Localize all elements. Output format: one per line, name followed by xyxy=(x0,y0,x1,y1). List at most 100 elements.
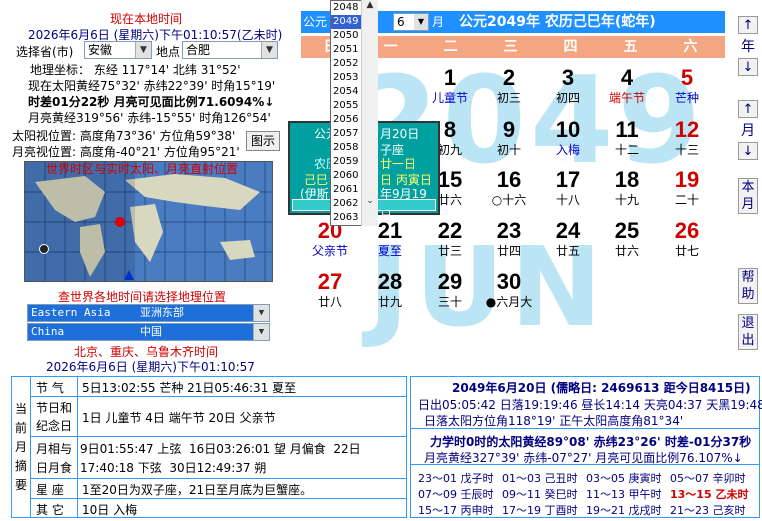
calendar-day[interactable]: 4 端午节 xyxy=(598,66,656,106)
weekday-tue: 二 xyxy=(443,39,458,55)
country-en: China xyxy=(31,325,65,338)
day-number: 17 xyxy=(555,167,581,192)
moon-position: 月亮视位置: 高度角-40°21' 方位角95°21' xyxy=(12,145,240,159)
side-char: 要 xyxy=(15,478,28,492)
map-title: 世界时区与实时太阳、月亮直射位置 xyxy=(46,162,239,176)
help-button[interactable]: 帮助 xyxy=(738,268,758,304)
calendar-day[interactable]: 30 ●六月大 xyxy=(480,270,538,310)
day-lunar-label: 廿三 xyxy=(437,244,462,258)
day-lunar-label: 廿九 xyxy=(377,295,402,309)
calendar-day[interactable]: 18 十九 xyxy=(598,168,656,208)
calendar-day[interactable]: 28 廿九 xyxy=(361,270,419,310)
scroll-up-icon[interactable]: ▲ xyxy=(364,0,376,14)
popup-l3r: 廿一日 xyxy=(380,157,417,171)
calendar-day[interactable]: 24 廿五 xyxy=(539,219,597,259)
row-value-moon-phase: 9日01:55:47 上弦 16日03:26:01 望 月偏食 22日 17:4… xyxy=(80,442,361,475)
weekday-thu: 四 xyxy=(563,39,578,55)
day-lunar-label: ●六月大 xyxy=(485,295,533,309)
day-lunar-label: 芒种 xyxy=(674,91,699,105)
calendar-day[interactable]: 2 初三 xyxy=(480,66,538,106)
day-number: 11 xyxy=(615,117,639,142)
exit-button[interactable]: 退出 xyxy=(738,314,758,350)
day-number: 19 xyxy=(674,167,700,192)
this-month-button[interactable]: 本月 xyxy=(738,178,758,214)
month-value: 6 xyxy=(397,15,405,29)
weekday-wed: 三 xyxy=(503,39,518,55)
world-time-prompt: 查世界各地时间请选择地理位置 xyxy=(58,290,227,304)
calendar-day[interactable]: 27 廿八 xyxy=(301,270,359,310)
region-select[interactable]: Eastern Asia 亚洲东部 ▼ xyxy=(27,304,270,322)
row-label-moon-phase: 月相与 日月食 xyxy=(36,442,73,475)
summary-side-label: 当 前 月 摘 要 xyxy=(15,400,29,495)
chevron-down-icon: ▼ xyxy=(253,324,269,340)
day-lunar-label: ○十六 xyxy=(491,193,527,207)
calendar-day[interactable]: 11 十二 xyxy=(598,118,656,158)
chart-button[interactable]: 图示 xyxy=(246,131,280,151)
month-select[interactable]: 6 ▼ xyxy=(393,13,429,31)
calendar-day[interactable]: 9 初十 xyxy=(480,118,538,158)
country-select[interactable]: China 中国 ▼ xyxy=(27,323,270,341)
sun-position: 太阳视位置: 高度角73°36' 方位角59°38' xyxy=(12,129,236,143)
province-label: 选择省(市) xyxy=(16,45,74,59)
day-lunar-label: 初十 xyxy=(496,143,521,157)
row-value-festivals: 1日 儿童节 4日 端午节 20日 父亲节 xyxy=(82,411,276,425)
year-list-scrollbar[interactable]: ▲ ⌄ xyxy=(361,0,378,226)
calendar-day[interactable]: 12 十三 xyxy=(658,118,716,158)
day-number: 5 xyxy=(680,65,694,90)
year-nav-label: 年 xyxy=(741,39,755,55)
day-number: 22 xyxy=(437,218,463,243)
month-up-button[interactable]: ↑ xyxy=(738,100,758,118)
hour-cell: 09～11 癸巳时 xyxy=(502,488,578,501)
hour-cell: 07～09 壬辰时 xyxy=(418,488,494,501)
day-lunar-label: 廿五 xyxy=(555,244,580,258)
day-lunar-label: 入梅 xyxy=(555,143,580,157)
month-nav-label: 月 xyxy=(741,123,755,139)
day-lunar-label: 廿七 xyxy=(674,244,699,258)
calendar-day[interactable]: 25 廿六 xyxy=(598,219,656,259)
hour-cell: 05～07 辛卯时 xyxy=(670,472,746,485)
place-label: 地点 xyxy=(156,45,181,59)
year-down-button[interactable]: ↓ xyxy=(738,58,758,76)
region-en: Eastern Asia xyxy=(31,306,111,319)
day-number: 24 xyxy=(555,218,581,243)
place-select[interactable]: 合肥 ▼ xyxy=(182,41,278,59)
calendar-day[interactable]: 10 入梅 xyxy=(539,118,597,158)
calendar-day[interactable]: 3 初四 xyxy=(539,66,597,106)
hour-cell: 11～13 甲午时 xyxy=(586,488,662,501)
hour-cell: 03～05 庚寅时 xyxy=(586,472,662,485)
calendar-day[interactable]: 17 十八 xyxy=(539,168,597,208)
city-time: 2026年6月6日 (星期六)下午01:10:57 xyxy=(46,360,255,374)
day-lunar-label: 廿六 xyxy=(614,244,639,258)
calendar-day[interactable]: 29 三十 xyxy=(421,270,479,310)
hour-cell: 23～01 戊子时 xyxy=(418,472,494,485)
province-select[interactable]: 安徽 ▼ xyxy=(84,41,152,59)
world-timezone-map[interactable] xyxy=(24,161,273,282)
day-lunar-label: 儿童节 xyxy=(431,91,468,105)
day-number: 1 xyxy=(443,65,457,90)
moon-ecliptic: 月亮黄经319°56' 赤纬-15°55' 时角126°54' xyxy=(28,111,271,125)
calendar-day[interactable]: 23 廿四 xyxy=(480,219,538,259)
day-lunar-label: 十二 xyxy=(614,143,639,157)
country-cn: 中国 xyxy=(140,325,162,338)
hour-cell: 13～15 乙未时 xyxy=(670,488,749,501)
scroll-down-icon[interactable]: ⌄ xyxy=(364,196,376,210)
hour-cell: 17～19 丁酉时 xyxy=(502,504,578,517)
day-lunar-label: 十八 xyxy=(555,193,580,207)
day-number: 26 xyxy=(674,218,700,243)
month-down-button[interactable]: ↓ xyxy=(738,142,758,160)
year-up-button[interactable]: ↑ xyxy=(738,16,758,34)
calendar-day[interactable]: 19 二十 xyxy=(658,168,716,208)
day-lunar-label: 廿八 xyxy=(317,295,342,309)
day-number: 30 xyxy=(496,269,522,294)
calendar-day[interactable]: 22 廿三 xyxy=(421,219,479,259)
chevron-down-icon: ▼ xyxy=(414,14,428,30)
hour-cell: 19～21 戊戌时 xyxy=(586,504,662,517)
calendar-day[interactable]: 16 ○十六 xyxy=(480,168,538,208)
row-value-constellation: 1至20日为双子座，21日至月底为巨蟹座。 xyxy=(82,483,313,497)
day-number: 18 xyxy=(614,167,640,192)
calendar-day[interactable]: 5 芒种 xyxy=(658,66,716,106)
calendar-day[interactable]: 1 儿童节 xyxy=(421,66,479,106)
side-char: 前 xyxy=(15,421,28,435)
header-prefix: 公元 xyxy=(303,15,328,29)
calendar-day[interactable]: 26 廿七 xyxy=(658,219,716,259)
